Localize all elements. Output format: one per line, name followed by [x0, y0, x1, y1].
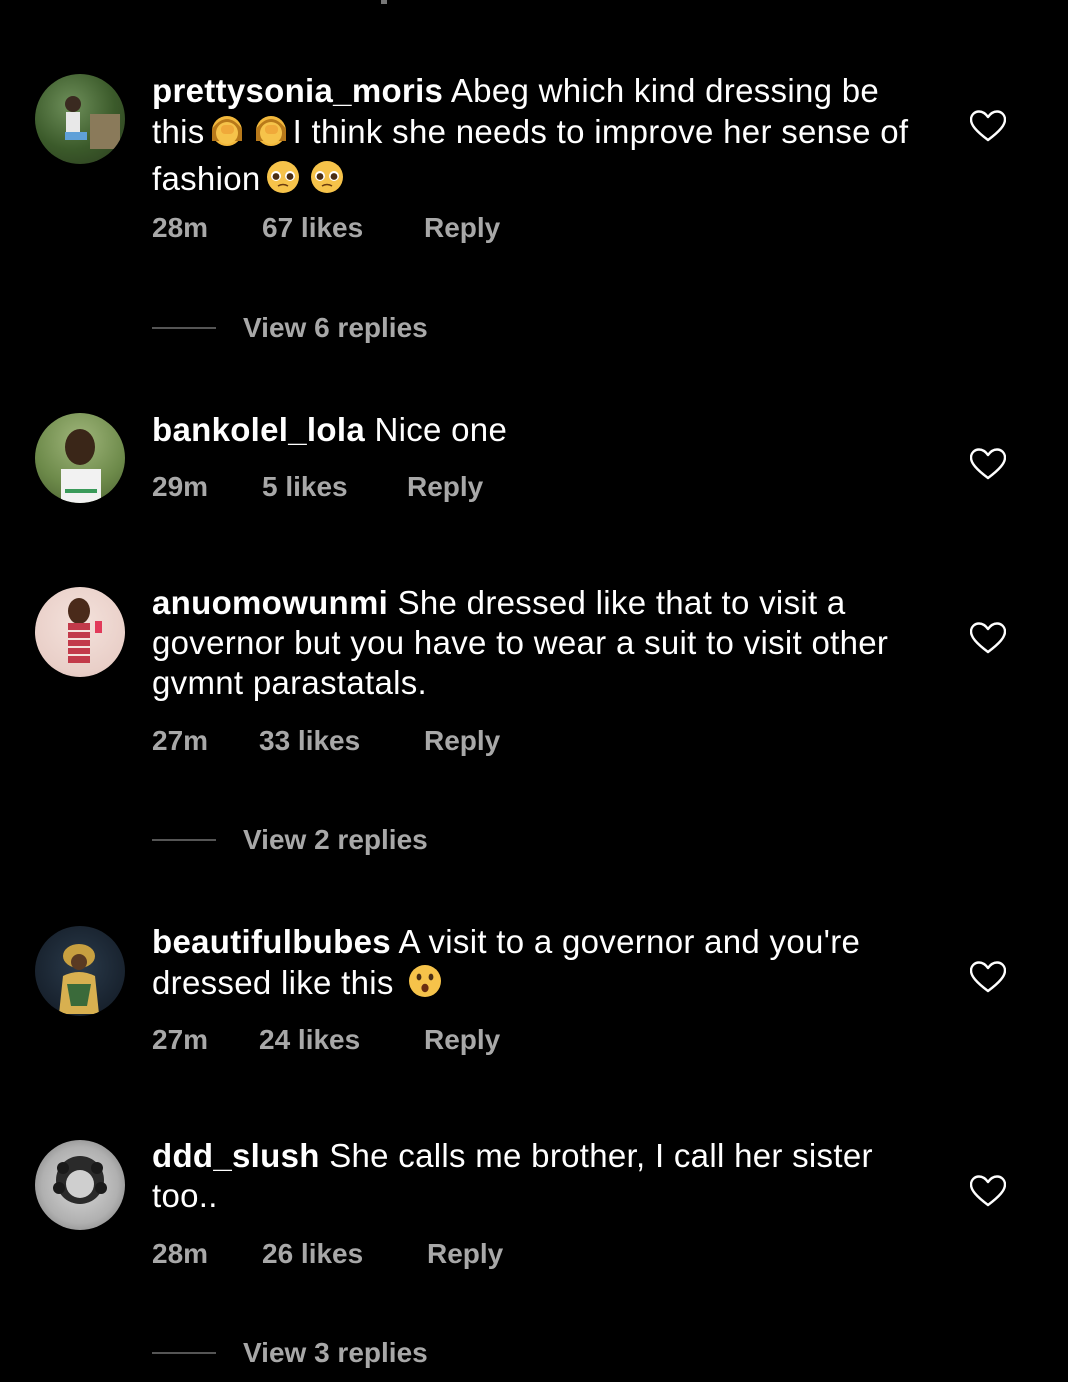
comment-time: 28m: [152, 212, 209, 243]
heart-icon[interactable]: [970, 622, 1006, 654]
view-replies-button[interactable]: View 2 replies: [152, 820, 428, 860]
heart-icon[interactable]: [970, 448, 1006, 480]
comment-username[interactable]: prettysonia_moris: [152, 72, 443, 109]
avatar[interactable]: [35, 1140, 125, 1230]
reply-button[interactable]: Reply: [424, 725, 500, 757]
comment-meta: 28m 67 likes Reply: [152, 208, 500, 248]
comment-body: Nice one: [374, 411, 508, 448]
comment-time: 27m: [152, 725, 209, 756]
view-replies-label[interactable]: View 3 replies: [243, 1337, 428, 1369]
comment-username[interactable]: anuomowunmi: [152, 584, 388, 621]
comment-text: ddd_slush She calls me brother, I call h…: [152, 1136, 912, 1216]
cropped-top-element: [381, 0, 387, 4]
comment-text: prettysonia_moris Abeg which kind dressi…: [152, 71, 912, 205]
avatar-photo: [61, 429, 101, 503]
comment-text: anuomowunmi She dressed like that to vis…: [152, 583, 912, 703]
avatar-photo: [59, 944, 99, 1014]
avatar-photo: [68, 598, 102, 663]
replies-divider: [152, 327, 216, 329]
heart-icon[interactable]: [970, 1175, 1006, 1207]
comment-likes[interactable]: 67 likes: [262, 212, 424, 244]
heart-icon[interactable]: [970, 961, 1006, 993]
comment-likes[interactable]: 5 likes: [262, 471, 407, 503]
comment-username[interactable]: ddd_slush: [152, 1137, 320, 1174]
view-replies-button[interactable]: View 3 replies: [152, 1333, 428, 1373]
view-replies-button[interactable]: View 6 replies: [152, 308, 428, 348]
replies-divider: [152, 839, 216, 841]
comment-time: 27m: [152, 1024, 209, 1055]
avatar[interactable]: [35, 74, 125, 164]
comment-meta: 28m 26 likes Reply: [152, 1234, 503, 1274]
reply-button[interactable]: Reply: [407, 471, 483, 503]
heart-icon[interactable]: [970, 110, 1006, 142]
comment-meta: 27m 24 likes Reply: [152, 1020, 500, 1060]
comment-username[interactable]: bankolel_lola: [152, 411, 365, 448]
comment-time: 28m: [152, 1238, 209, 1269]
woman-facepalming-emoji-icon: [205, 111, 249, 158]
comment-likes[interactable]: 24 likes: [259, 1024, 424, 1056]
avatar-photo: [53, 1156, 107, 1204]
comment-text: bankolel_lola Nice one: [152, 410, 912, 450]
comment-username[interactable]: beautifulbubes: [152, 923, 391, 960]
reply-button[interactable]: Reply: [427, 1238, 503, 1270]
avatar[interactable]: [35, 413, 125, 503]
comment-likes[interactable]: 26 likes: [262, 1238, 427, 1270]
comment-time: 29m: [152, 471, 209, 502]
hushed-face-emoji-icon: [403, 962, 447, 1009]
comment-meta: 29m 5 likes Reply: [152, 467, 483, 507]
avatar[interactable]: [35, 587, 125, 677]
avatar-photo: [65, 96, 120, 149]
pleading-face-emoji-icon: [261, 158, 305, 205]
reply-button[interactable]: Reply: [424, 1024, 500, 1056]
view-replies-label[interactable]: View 2 replies: [243, 824, 428, 856]
avatar[interactable]: [35, 926, 125, 1016]
view-replies-label[interactable]: View 6 replies: [243, 312, 428, 344]
comment-meta: 27m 33 likes Reply: [152, 721, 500, 761]
pleading-face-emoji-icon: [305, 158, 349, 205]
replies-divider: [152, 1352, 216, 1354]
comment-text: beautifulbubes A visit to a governor and…: [152, 922, 912, 1009]
woman-facepalming-emoji-icon: [249, 111, 293, 158]
comment-likes[interactable]: 33 likes: [259, 725, 424, 757]
reply-button[interactable]: Reply: [424, 212, 500, 244]
